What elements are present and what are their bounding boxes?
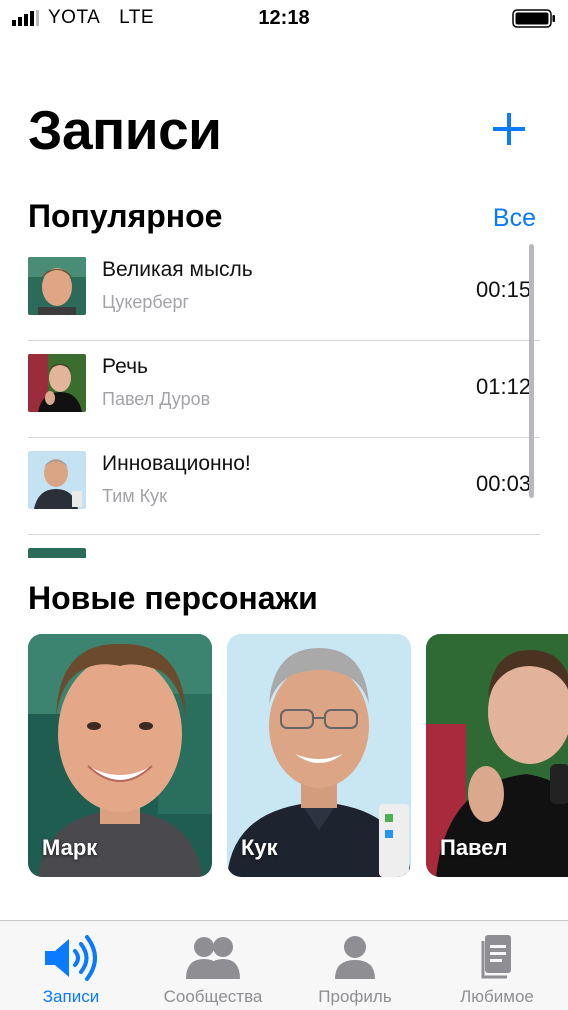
record-title: Инновационно! xyxy=(102,452,251,475)
status-time: 12:18 xyxy=(258,7,310,29)
tab-label: Любимое xyxy=(460,987,534,1006)
record-author: Цукерберг xyxy=(102,292,190,312)
record-author: Тим Кук xyxy=(102,486,167,506)
tab-bar: Записи Сообщества Профиль Любимое xyxy=(0,920,568,1010)
section-title-popular: Популярное xyxy=(28,198,223,234)
list-scrollbar[interactable] xyxy=(529,244,534,498)
record-duration: 00:15 xyxy=(476,277,532,302)
popular-list[interactable]: Великая мысль Цукерберг 00:15 Речь Павел… xyxy=(0,244,568,558)
list-item[interactable]: Речь Павел Дуров 01:12 xyxy=(28,341,540,438)
character-card[interactable]: Павел xyxy=(426,634,568,877)
record-duration: 01:12 xyxy=(476,374,532,399)
tab-label: Записи xyxy=(42,987,100,1006)
see-all-link[interactable]: Все xyxy=(493,204,536,233)
page-title: Записи xyxy=(28,99,222,161)
avatar xyxy=(28,354,86,412)
plus-icon[interactable] xyxy=(490,110,528,148)
tab-profile[interactable]: Профиль xyxy=(284,921,426,1010)
speaker-icon xyxy=(45,935,97,981)
characters-carousel[interactable]: Марк Кук Павел xyxy=(0,634,568,878)
character-card[interactable]: Кук xyxy=(227,634,411,877)
tab-records[interactable]: Записи xyxy=(0,921,142,1010)
battery-icon xyxy=(512,9,555,28)
avatar xyxy=(28,257,86,315)
tab-label: Профиль xyxy=(318,987,392,1006)
record-title: Речь xyxy=(102,355,148,378)
character-name: Кук xyxy=(241,835,278,860)
tab-label: Сообщества xyxy=(163,987,263,1006)
people-icon xyxy=(186,937,240,979)
section-title-new-characters: Новые персонажи xyxy=(28,580,318,616)
tab-favorites[interactable]: Любимое xyxy=(426,921,568,1010)
character-name: Павел xyxy=(440,835,508,860)
character-name: Марк xyxy=(42,835,98,860)
avatar xyxy=(28,451,86,509)
character-card[interactable]: Марк xyxy=(28,634,212,877)
list-item[interactable]: Великая мысль Цукерберг 00:15 xyxy=(28,244,540,341)
record-author: Павел Дуров xyxy=(102,389,211,409)
person-icon xyxy=(335,936,375,979)
tab-communities[interactable]: Сообщества xyxy=(142,921,284,1010)
record-title: Великая мысль xyxy=(102,258,253,281)
list-item[interactable] xyxy=(28,535,540,558)
status-bar: YOTA LTE 12:18 xyxy=(0,0,568,38)
document-icon xyxy=(481,935,511,979)
record-duration: 00:03 xyxy=(476,471,532,496)
avatar xyxy=(28,548,86,558)
list-item[interactable]: Инновационно! Тим Кук 00:03 xyxy=(28,438,540,535)
